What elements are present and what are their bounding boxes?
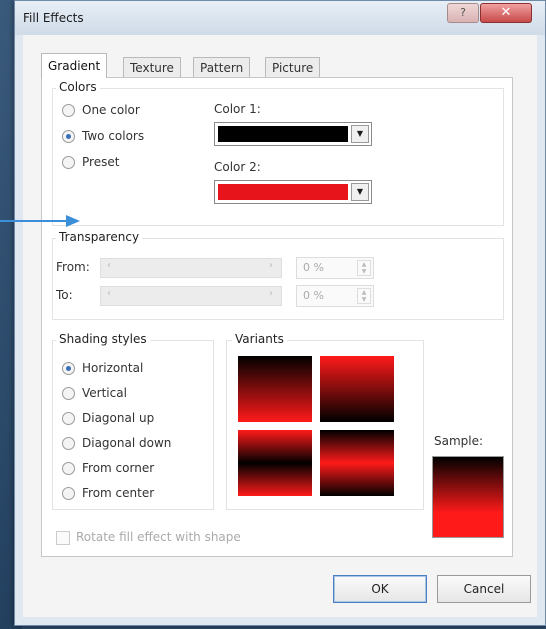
cancel-button[interactable]: Cancel (437, 575, 531, 603)
variant-swatch[interactable] (320, 356, 394, 422)
variants-group-label: Variants (232, 332, 287, 346)
slider-left-arrow-icon[interactable]: ‹ (107, 260, 111, 271)
colors-group-label: Colors (56, 80, 100, 94)
close-button[interactable]: ✕ (480, 3, 532, 23)
dialog-client-area: Gradient Texture Pattern Picture Colors … (23, 35, 537, 617)
radio-two-colors[interactable] (62, 130, 75, 143)
color2-picker[interactable]: ▼ (214, 180, 372, 204)
dialog-title: Fill Effects (23, 11, 84, 25)
radio-two-colors-label: Two colors (82, 129, 145, 143)
radio-diagonal-down[interactable] (62, 437, 75, 450)
transparency-from-slider[interactable]: ‹ › (100, 258, 282, 278)
variant-swatch[interactable] (238, 430, 312, 496)
variant-swatch[interactable] (320, 430, 394, 496)
help-button[interactable]: ? (447, 3, 479, 23)
slider-right-arrow-icon[interactable]: › (269, 288, 273, 299)
radio-one-color[interactable] (62, 104, 75, 117)
color1-label: Color 1: (214, 102, 261, 116)
transparency-from-spinner[interactable]: 0 % ▲ ▼ (296, 257, 374, 279)
sample-label: Sample: (434, 434, 484, 448)
transparency-to-label: To: (56, 288, 73, 302)
radio-horizontal-label: Horizontal (82, 361, 144, 375)
radio-from-center[interactable] (62, 487, 75, 500)
slider-left-arrow-icon[interactable]: ‹ (107, 288, 111, 299)
radio-diagonal-up[interactable] (62, 412, 75, 425)
transparency-from-value: 0 % (303, 261, 324, 274)
transparency-to-slider[interactable]: ‹ › (100, 286, 282, 306)
transparency-to-value: 0 % (303, 289, 324, 302)
radio-preset-label: Preset (82, 155, 120, 169)
radio-preset[interactable] (62, 156, 75, 169)
title-bar: Fill Effects ? ✕ (15, 1, 545, 35)
radio-one-color-label: One color (82, 103, 140, 117)
radio-vertical-label: Vertical (82, 386, 127, 400)
radio-from-corner-label: From corner (82, 461, 155, 475)
transparency-group-label: Transparency (56, 230, 143, 244)
spinner-arrows-icon[interactable]: ▲ ▼ (357, 260, 371, 276)
sample-preview (432, 456, 504, 538)
radio-vertical[interactable] (62, 387, 75, 400)
color1-swatch (218, 126, 348, 142)
color2-swatch (218, 184, 348, 200)
tab-texture[interactable]: Texture (123, 57, 181, 78)
tab-picture[interactable]: Picture (265, 57, 321, 78)
rotate-fill-checkbox[interactable] (56, 531, 70, 545)
color1-picker[interactable]: ▼ (214, 122, 372, 146)
radio-from-center-label: From center (82, 486, 155, 500)
color2-label: Color 2: (214, 160, 261, 174)
ok-button[interactable]: OK (333, 575, 427, 603)
tab-pattern[interactable]: Pattern (193, 57, 251, 78)
gradient-panel: Colors One color Two colors Preset Color… (41, 77, 513, 557)
radio-diagonal-up-label: Diagonal up (82, 411, 155, 425)
transparency-group (52, 238, 504, 320)
chevron-down-icon[interactable]: ▼ (351, 183, 369, 201)
rotate-fill-label: Rotate fill effect with shape (76, 530, 241, 544)
fill-effects-dialog: Fill Effects ? ✕ Gradient Texture Patter… (14, 0, 546, 626)
shading-styles-group-label: Shading styles (56, 332, 150, 346)
transparency-to-spinner[interactable]: 0 % ▲ ▼ (296, 285, 374, 307)
variant-swatch[interactable] (238, 356, 312, 422)
slider-right-arrow-icon[interactable]: › (269, 260, 273, 271)
arrow-right-icon (0, 215, 80, 227)
transparency-from-label: From: (56, 260, 90, 274)
chevron-down-icon[interactable]: ▼ (351, 125, 369, 143)
radio-horizontal[interactable] (62, 362, 75, 375)
tab-gradient[interactable]: Gradient (41, 53, 108, 78)
radio-from-corner[interactable] (62, 462, 75, 475)
spinner-arrows-icon[interactable]: ▲ ▼ (357, 288, 371, 304)
radio-diagonal-down-label: Diagonal down (82, 436, 172, 450)
